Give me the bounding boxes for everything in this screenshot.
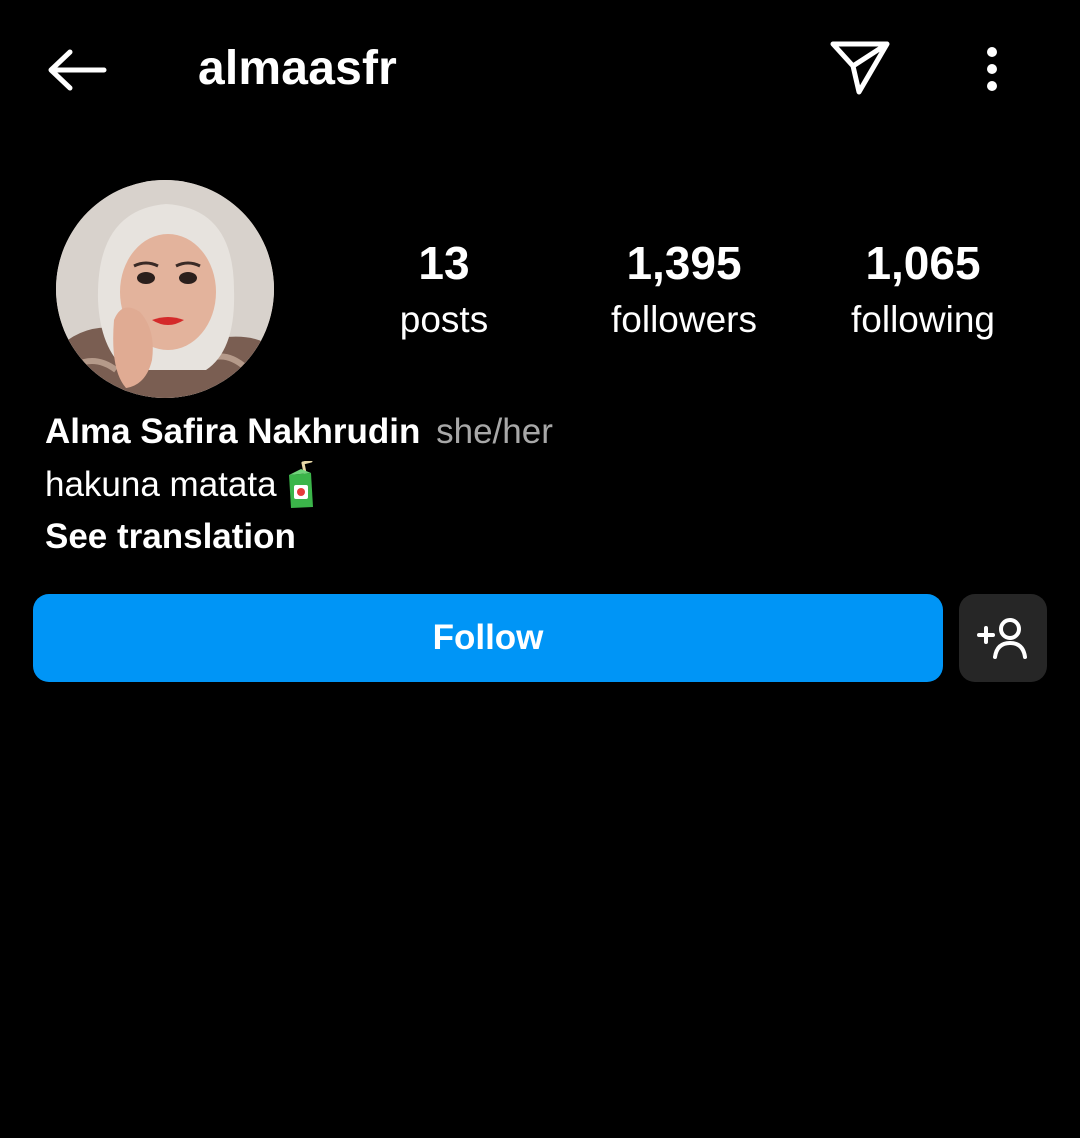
posts-count[interactable]: 13 posts [334, 232, 554, 348]
avatar[interactable] [56, 180, 274, 398]
followers-count-value: 1,395 [626, 237, 742, 289]
more-options-button[interactable] [962, 36, 1022, 102]
arrow-left-icon [48, 49, 107, 91]
top-app-bar: almaasfr [0, 0, 1080, 140]
see-translation-link[interactable]: See translation [45, 512, 296, 562]
bio-text: hakuna matata [45, 465, 277, 504]
bio-text-row: hakuna matata [45, 459, 317, 510]
following-count[interactable]: 1,065 following [813, 232, 1033, 348]
posts-count-value: 13 [418, 237, 470, 289]
posts-count-label: posts [399, 299, 489, 340]
follow-button[interactable]: Follow [33, 594, 943, 682]
following-count-label: following [851, 299, 995, 340]
pronouns: she/her [436, 412, 553, 451]
avatar-photo [56, 180, 274, 398]
followers-count-label: followers [611, 299, 757, 340]
profile-username: almaasfr [198, 42, 398, 95]
paper-plane-icon [830, 41, 890, 95]
juice-box-icon [283, 459, 317, 509]
full-name: Alma Safira Nakhrudin [45, 412, 421, 451]
back-button[interactable] [38, 38, 114, 102]
suggested-accounts-button[interactable] [959, 594, 1047, 682]
followers-count[interactable]: 1,395 followers [574, 232, 794, 348]
name-row: Alma Safira Nakhrudin she/her [45, 408, 553, 456]
vertical-dots-icon [987, 47, 997, 91]
send-message-button[interactable] [822, 32, 898, 102]
add-person-icon [977, 618, 1027, 659]
following-count-value: 1,065 [865, 237, 981, 289]
